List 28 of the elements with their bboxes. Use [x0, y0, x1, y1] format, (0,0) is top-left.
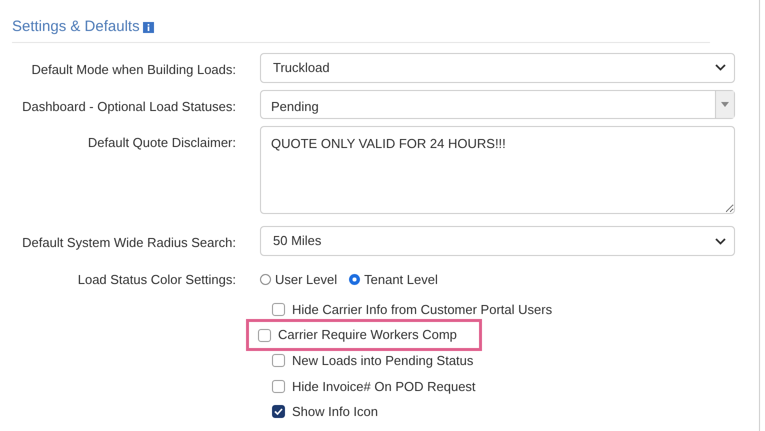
chevron-icon	[715, 238, 726, 244]
radio-label: Tenant Level	[364, 271, 438, 289]
chevron-icon	[715, 64, 726, 71]
checkbox-label: New Loads into Pending Status	[292, 352, 474, 370]
text-area[interactable]: QUOTE ONLY VALID FOR 24 HOURS!!!	[260, 126, 735, 214]
radio-label: User Level	[275, 271, 338, 289]
checkbox[interactable]	[272, 302, 285, 316]
checkbox[interactable]	[258, 328, 271, 342]
radio-button[interactable]	[349, 274, 360, 286]
dropdown[interactable]: 50 Miles	[260, 226, 735, 256]
info-icon[interactable]	[142, 22, 154, 33]
checkbox[interactable]	[272, 354, 285, 368]
checkbox[interactable]	[272, 405, 285, 418]
checkbox-label: Hide Carrier Info from Customer Portal Users	[292, 300, 552, 318]
field-label: Default System Wide Radius Search:	[21, 234, 236, 252]
field-label: Dashboard - Optional Load Statuses:	[21, 98, 236, 116]
section-title: Settings & Defaults	[12, 17, 140, 37]
dropdown[interactable]: Pending	[260, 90, 735, 118]
dropdown[interactable]: Truckload	[260, 52, 735, 82]
checkbox-label: Carrier Require Workers Comp	[278, 326, 457, 344]
field-label: Default Quote Disclaimer:	[86, 134, 236, 152]
checkbox-label: Show Info Icon	[292, 403, 378, 421]
field-label: Default Mode when Building Loads:	[30, 60, 236, 79]
caret-icon	[721, 102, 729, 106]
field-label: Load Status Color Settings:	[76, 271, 236, 289]
checkbox[interactable]	[272, 380, 285, 393]
checkbox-label: Hide Invoice# On POD Request	[292, 378, 476, 396]
radio-button[interactable]	[260, 274, 271, 286]
